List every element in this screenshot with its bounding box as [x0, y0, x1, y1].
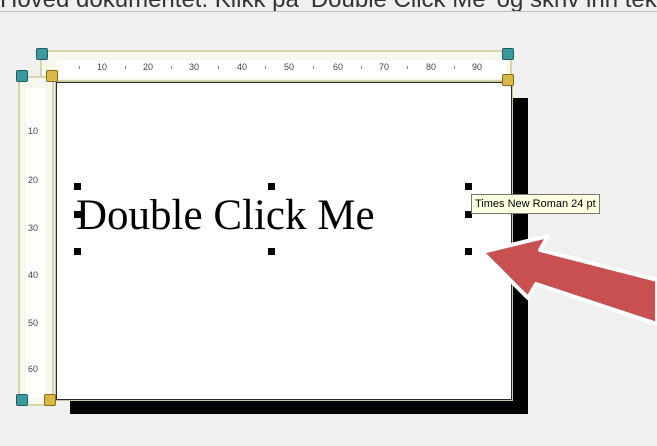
ruler-tick: [79, 66, 80, 69]
selection-handle[interactable]: [268, 183, 275, 190]
ruler-v-label: 30: [28, 223, 39, 233]
ruler-h-label: 60: [332, 62, 344, 72]
ruler-v-label: 50: [28, 318, 39, 328]
ruler-corner-handle[interactable]: [16, 394, 28, 406]
ruler-v-label: 60: [28, 364, 39, 374]
text-box[interactable]: Double Click Me: [76, 190, 476, 242]
ruler-tick: [407, 66, 408, 69]
ruler-corner-handle[interactable]: [36, 48, 48, 60]
ruler-v-label: 10: [28, 126, 39, 136]
ruler-h-label: 70: [378, 62, 390, 72]
ruler-h-label: 20: [142, 62, 154, 72]
red-arrow-icon: [480, 234, 657, 326]
ruler-h-label: 10: [96, 62, 108, 72]
ruler-h-label: 50: [283, 62, 295, 72]
ruler-tick: [218, 66, 219, 69]
ruler-tick: [125, 66, 126, 69]
ruler-corner-handle[interactable]: [16, 70, 28, 82]
ruler-tick: [171, 66, 172, 69]
ruler-v-label: 40: [28, 270, 39, 280]
ruler-tick: [313, 66, 314, 69]
ruler-h-label: 40: [236, 62, 248, 72]
ruler-h-label: 30: [188, 62, 200, 72]
ruler-h-label: 80: [425, 62, 437, 72]
selection-handle[interactable]: [74, 183, 81, 190]
ruler-tick: [361, 66, 362, 69]
ruler-tick: [454, 66, 455, 69]
ruler-corner-handle[interactable]: [44, 394, 56, 406]
ruler-tick: [265, 66, 266, 69]
ruler-corner-handle[interactable]: [46, 70, 58, 82]
selection-handle[interactable]: [74, 211, 81, 218]
caption-divider: [0, 11, 657, 12]
selection-handle[interactable]: [465, 183, 472, 190]
selection-handle[interactable]: [268, 248, 275, 255]
ruler-corner-handle[interactable]: [502, 48, 514, 60]
font-tooltip: Times New Roman 24 pt: [471, 194, 600, 214]
selection-handle[interactable]: [74, 248, 81, 255]
ruler-h-label: 90: [471, 62, 483, 72]
horizontal-ruler[interactable]: [56, 60, 506, 78]
ruler-corner-handle[interactable]: [502, 74, 514, 86]
ruler-v-label: 20: [28, 175, 39, 185]
